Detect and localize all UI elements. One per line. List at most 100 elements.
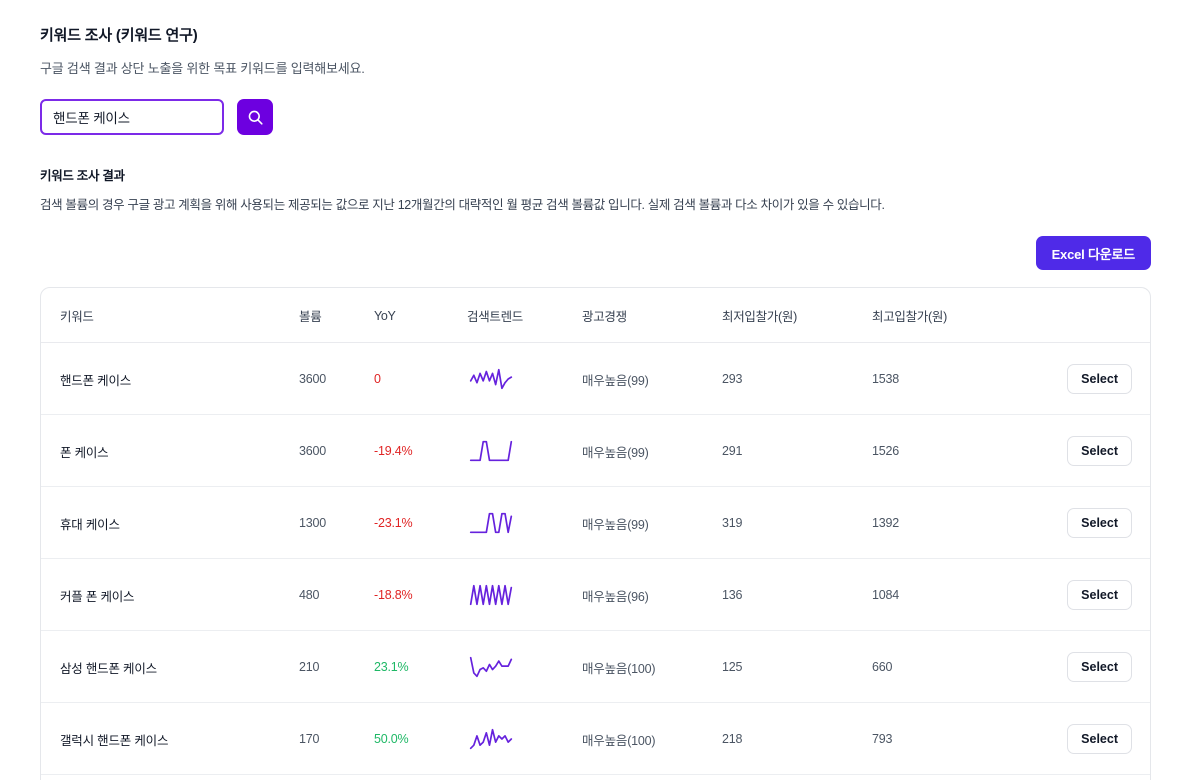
cell-low-bid: 218 [722,702,872,775]
cell-keyword: 삼성 핸드폰 케이스 [41,630,299,703]
table-header-row: 키워드 볼륨 YoY 검색트렌드 광고경쟁 최저입찰가(원) 최고입찰가(원) [41,288,1150,343]
cell-trend [467,774,582,780]
cell-low-bid: 319 [722,486,872,559]
column-header-yoy: YoY [374,288,467,343]
select-button[interactable]: Select [1067,580,1132,610]
cell-competition: 매우높음(100) [582,702,722,775]
cell-competition: 매우높음(99) [582,414,722,487]
cell-low-bid: 125 [722,630,872,703]
cell-low-bid: 136 [722,558,872,631]
cell-yoy: 0 [374,342,467,415]
cell-keyword: 휴대 케이스 [41,486,299,559]
cell-volume: 1300 [299,486,374,559]
table-row[interactable]: 삼성 핸드폰 케이스 210 23.1% 매우높음(100) 125 660 Select [41,630,1150,703]
select-button[interactable]: Select [1067,364,1132,394]
cell-keyword: 고양이 폰 케이스 [41,774,299,780]
search-input[interactable] [51,108,213,126]
cell-trend [467,702,582,775]
page-subtitle: 구글 검색 결과 상단 노출을 위한 목표 키워드를 입력해보세요. [40,61,365,76]
column-header-volume: 볼륨 [299,288,374,343]
cell-volume: 480 [299,558,374,631]
cell-low-bid: 291 [722,414,872,487]
select-button[interactable]: Select [1067,652,1132,682]
cell-action: Select [1062,702,1150,775]
results-description: 검색 볼륨의 경우 구글 광고 계획을 위해 사용되는 제공되는 값으로 지난 … [40,198,885,212]
cell-high-bid: 1392 [872,486,1062,559]
cell-keyword: 핸드폰 케이스 [41,342,299,415]
cell-action: Select [1062,630,1150,703]
cell-action: Select [1062,414,1150,487]
cell-trend [467,486,582,559]
cell-yoy: -19.4% [374,414,467,487]
results-title: 키워드 조사 결과 [40,169,125,183]
cell-volume: 170 [299,774,374,780]
excel-download-row: Excel 다운로드 [40,236,1151,270]
table-row[interactable]: 휴대 케이스 1300 -23.1% 매우높음(99) 319 1392 Select [41,486,1150,559]
trend-sparkline-icon [467,368,582,390]
cell-action: Select [1062,774,1150,780]
cell-yoy: -23.1% [374,486,467,559]
column-header-action [1062,288,1150,343]
cell-high-bid: 793 [872,702,1062,775]
table-row[interactable]: 폰 케이스 3600 -19.4% 매우높음(99) 291 1526 Select [41,414,1150,487]
trend-sparkline-icon [467,656,582,678]
cell-keyword: 커플 폰 케이스 [41,558,299,631]
keyword-research-page: 키워드 조사 (키워드 연구) 구글 검색 결과 상단 노출을 위한 목표 키워… [0,0,1191,780]
cell-action: Select [1062,486,1150,559]
table-header: 키워드 볼륨 YoY 검색트렌드 광고경쟁 최저입찰가(원) 최고입찰가(원) [41,288,1150,343]
cell-competition: 매우높음(97) [582,774,722,780]
cell-volume: 3600 [299,342,374,415]
trend-sparkline-icon [467,440,582,462]
cell-action: Select [1062,342,1150,415]
cell-volume: 170 [299,702,374,775]
cell-trend [467,630,582,703]
cell-trend [467,342,582,415]
excel-download-button[interactable]: Excel 다운로드 [1035,236,1151,270]
column-header-trend: 검색트렌드 [467,288,582,343]
cell-high-bid: 660 [872,630,1062,703]
results-table-card: 키워드 볼륨 YoY 검색트렌드 광고경쟁 최저입찰가(원) 최고입찰가(원) … [40,287,1151,780]
trend-sparkline-icon [467,512,582,534]
cell-yoy: 23.1% [374,630,467,703]
select-button[interactable]: Select [1067,436,1132,466]
cell-high-bid: 1538 [872,342,1062,415]
trend-sparkline-icon [467,584,582,606]
table-row[interactable]: 고양이 폰 케이스170-35.3% 매우높음(97)1781061Select [41,774,1150,780]
select-button[interactable]: Select [1067,508,1132,538]
cell-trend [467,414,582,487]
cell-volume: 3600 [299,414,374,487]
cell-high-bid: 1526 [872,414,1062,487]
keyword-search-field[interactable] [40,99,224,135]
cell-volume: 210 [299,630,374,703]
keyword-results-table: 키워드 볼륨 YoY 검색트렌드 광고경쟁 최저입찰가(원) 최고입찰가(원) … [41,288,1150,780]
column-header-low-bid: 최저입찰가(원) [722,288,872,343]
table-row[interactable]: 갤럭시 핸드폰 케이스 170 50.0% 매우높음(100) 218 793 Select [41,702,1150,775]
cell-competition: 매우높음(100) [582,630,722,703]
cell-trend [467,558,582,631]
select-button[interactable]: Select [1067,724,1132,754]
cell-low-bid: 178 [722,774,872,780]
cell-keyword: 갤럭시 핸드폰 케이스 [41,702,299,775]
cell-action: Select [1062,558,1150,631]
search-icon [247,109,264,126]
cell-high-bid: 1061 [872,774,1062,780]
cell-keyword: 폰 케이스 [41,414,299,487]
search-row [40,99,1151,135]
cell-competition: 매우높음(99) [582,342,722,415]
search-button[interactable] [237,99,273,135]
cell-competition: 매우높음(99) [582,486,722,559]
cell-competition: 매우높음(96) [582,558,722,631]
column-header-high-bid: 최고입찰가(원) [872,288,1062,343]
cell-high-bid: 1084 [872,558,1062,631]
table-body: 핸드폰 케이스 3600 0 매우높음(99) 293 1538 Select 폰 케이스 36… [41,342,1150,780]
cell-yoy: 50.0% [374,702,467,775]
cell-low-bid: 293 [722,342,872,415]
column-header-competition: 광고경쟁 [582,288,722,343]
column-header-keyword: 키워드 [41,288,299,343]
trend-sparkline-icon [467,728,582,750]
table-row[interactable]: 핸드폰 케이스 3600 0 매우높음(99) 293 1538 Select [41,342,1150,415]
page-title: 키워드 조사 (키워드 연구) [40,27,198,44]
table-row[interactable]: 커플 폰 케이스 480 -18.8% 매우높음(96) 136 1084 Select [41,558,1150,631]
cell-yoy: -35.3% [374,774,467,780]
cell-yoy: -18.8% [374,558,467,631]
